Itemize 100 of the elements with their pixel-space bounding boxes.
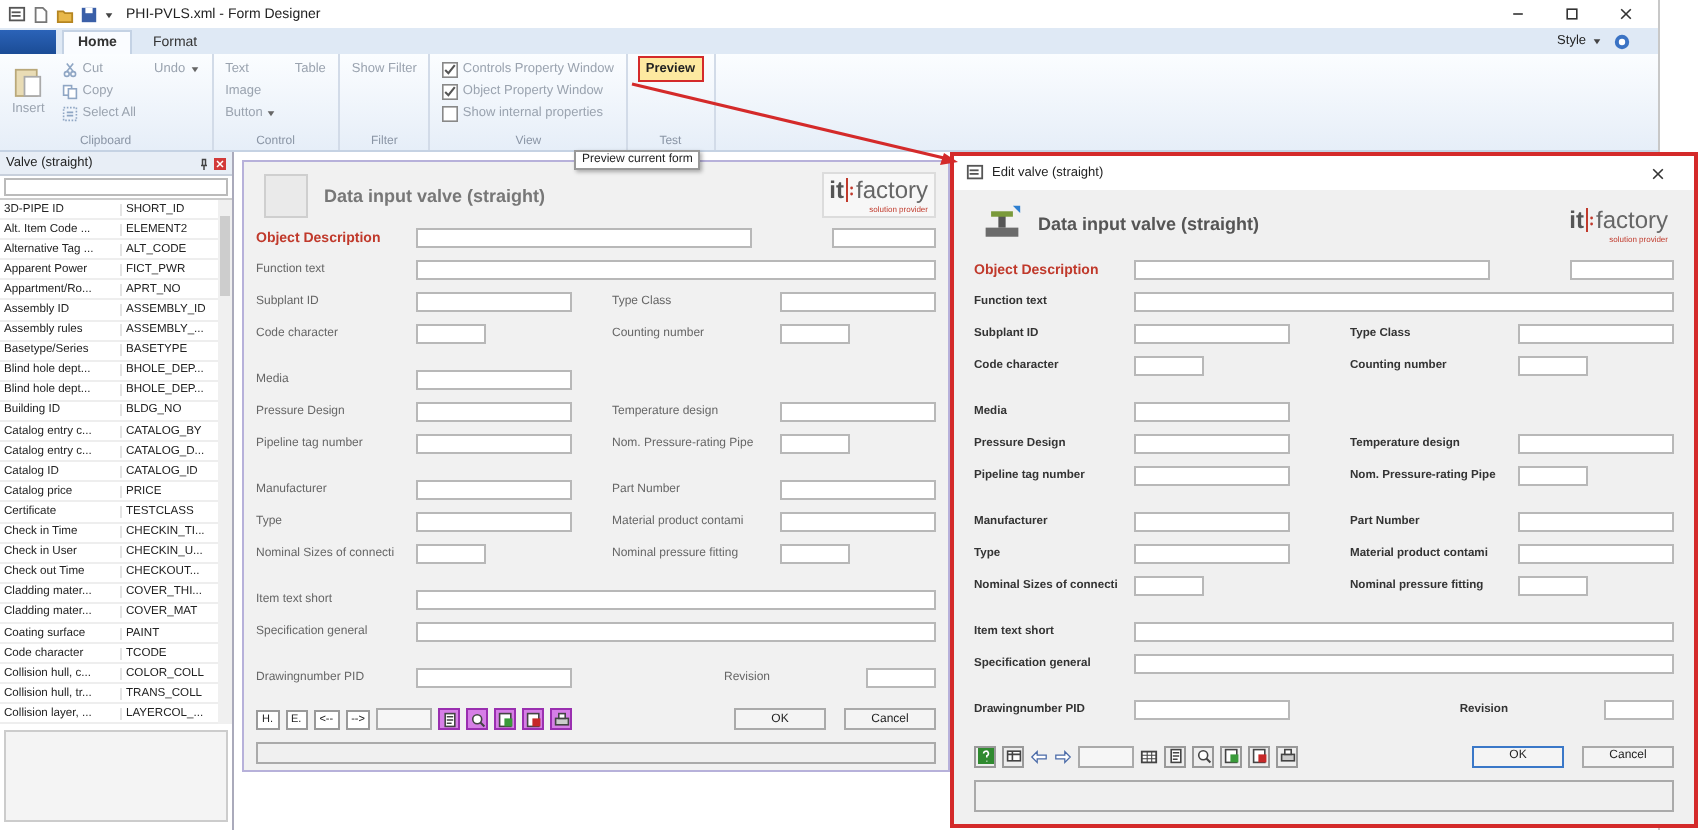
help-icon[interactable] bbox=[1614, 33, 1630, 49]
table-icon[interactable] bbox=[1140, 747, 1158, 765]
text-field[interactable] bbox=[416, 260, 936, 281]
help-icon bbox=[977, 748, 993, 764]
select-all-icon bbox=[62, 105, 79, 121]
text-field[interactable] bbox=[1518, 576, 1588, 596]
text-field[interactable] bbox=[780, 434, 850, 455]
text-field[interactable] bbox=[1134, 356, 1204, 376]
search-icon bbox=[1195, 748, 1211, 764]
text-field[interactable] bbox=[1134, 654, 1674, 674]
text-field[interactable] bbox=[1570, 260, 1674, 280]
save-icon[interactable] bbox=[80, 5, 98, 23]
form-button[interactable] bbox=[438, 708, 461, 731]
text-field[interactable] bbox=[1134, 700, 1290, 720]
text-field[interactable] bbox=[780, 292, 936, 313]
app-icon bbox=[8, 5, 26, 23]
record-field[interactable] bbox=[376, 708, 433, 731]
text-field[interactable] bbox=[416, 324, 486, 345]
text-field[interactable] bbox=[1134, 292, 1674, 312]
text-field[interactable] bbox=[416, 544, 486, 565]
text-field[interactable] bbox=[780, 402, 936, 423]
add-icon bbox=[497, 711, 514, 728]
dropdown-caret-icon[interactable] bbox=[104, 9, 114, 19]
text-field[interactable] bbox=[416, 292, 572, 313]
print-button[interactable] bbox=[550, 708, 573, 731]
form-icon bbox=[966, 164, 984, 182]
form-button[interactable] bbox=[1164, 745, 1186, 767]
text-field[interactable] bbox=[1518, 544, 1674, 564]
text-field[interactable] bbox=[416, 228, 752, 249]
text-field[interactable] bbox=[832, 228, 936, 249]
text-field[interactable] bbox=[416, 480, 572, 501]
logo-mark-icon bbox=[1585, 207, 1594, 231]
form-title: Data input valve (straight) bbox=[1038, 214, 1260, 234]
text-field[interactable] bbox=[1518, 324, 1674, 344]
form-icon bbox=[1167, 748, 1183, 764]
text-field[interactable] bbox=[1518, 466, 1588, 486]
text-field[interactable] bbox=[780, 512, 936, 533]
text-field[interactable] bbox=[780, 544, 850, 565]
text-field[interactable] bbox=[1134, 622, 1674, 642]
text-field[interactable] bbox=[1518, 434, 1674, 454]
logo-text: it bbox=[1569, 205, 1584, 233]
help-button[interactable] bbox=[974, 745, 996, 767]
delete-icon bbox=[525, 711, 542, 728]
caret-icon bbox=[266, 108, 277, 118]
text-field[interactable] bbox=[416, 370, 572, 391]
form-title: Data input valve (straight) bbox=[324, 185, 546, 206]
left-arrow-icon[interactable] bbox=[1030, 747, 1048, 765]
right-arrow-icon[interactable] bbox=[1054, 747, 1072, 765]
add-button[interactable] bbox=[1220, 745, 1242, 767]
add-icon bbox=[1223, 748, 1239, 764]
text-field[interactable] bbox=[416, 668, 572, 689]
paste-icon bbox=[14, 66, 43, 98]
text-field[interactable] bbox=[1134, 260, 1490, 280]
text-field[interactable] bbox=[1134, 466, 1290, 486]
delete-icon bbox=[1251, 748, 1267, 764]
scissors-icon bbox=[62, 61, 79, 77]
text-field[interactable] bbox=[1134, 576, 1204, 596]
delete-button[interactable] bbox=[1248, 745, 1270, 767]
text-field[interactable] bbox=[1518, 512, 1674, 532]
delete-button[interactable] bbox=[522, 708, 545, 731]
text-field[interactable] bbox=[1604, 700, 1674, 720]
text-field[interactable] bbox=[866, 668, 936, 689]
text-field[interactable] bbox=[1518, 356, 1588, 376]
logo-text: factory bbox=[855, 176, 928, 205]
record-field[interactable] bbox=[1078, 745, 1134, 767]
add-button[interactable] bbox=[494, 708, 517, 731]
search-button[interactable] bbox=[1192, 745, 1214, 767]
logo-text: factory bbox=[1595, 205, 1668, 233]
logo-text: it bbox=[829, 176, 844, 205]
search-button[interactable] bbox=[466, 708, 489, 731]
close-icon[interactable] bbox=[1650, 165, 1666, 181]
text-field[interactable] bbox=[1134, 512, 1290, 532]
form-icon bbox=[441, 711, 458, 728]
text-field[interactable] bbox=[416, 402, 572, 423]
text-field[interactable] bbox=[780, 480, 936, 501]
text-field[interactable] bbox=[1134, 544, 1290, 564]
text-field[interactable] bbox=[1134, 324, 1290, 344]
logo-mark-icon bbox=[845, 178, 854, 203]
search-field[interactable] bbox=[4, 178, 228, 196]
print-icon bbox=[1279, 748, 1295, 764]
text-field[interactable] bbox=[416, 434, 572, 455]
scrollbar[interactable] bbox=[218, 200, 232, 725]
caret-icon[interactable] bbox=[1592, 36, 1602, 46]
text-field[interactable] bbox=[780, 324, 850, 345]
text-field[interactable] bbox=[416, 590, 936, 611]
text-field[interactable] bbox=[416, 622, 936, 643]
print-icon bbox=[553, 711, 570, 728]
caret-icon bbox=[189, 64, 200, 74]
copy-icon bbox=[62, 83, 79, 99]
folder-icon[interactable] bbox=[56, 5, 74, 23]
text-field[interactable] bbox=[416, 512, 572, 533]
table-button[interactable] bbox=[1002, 745, 1024, 767]
pin-icon[interactable] bbox=[198, 157, 210, 169]
close-icon[interactable] bbox=[1618, 6, 1634, 22]
print-button[interactable] bbox=[1276, 745, 1298, 767]
text-field[interactable] bbox=[1134, 434, 1290, 454]
image-placeholder bbox=[264, 173, 308, 218]
maximize-icon[interactable] bbox=[1564, 6, 1580, 22]
text-field[interactable] bbox=[1134, 402, 1290, 422]
new-file-icon[interactable] bbox=[32, 5, 50, 23]
